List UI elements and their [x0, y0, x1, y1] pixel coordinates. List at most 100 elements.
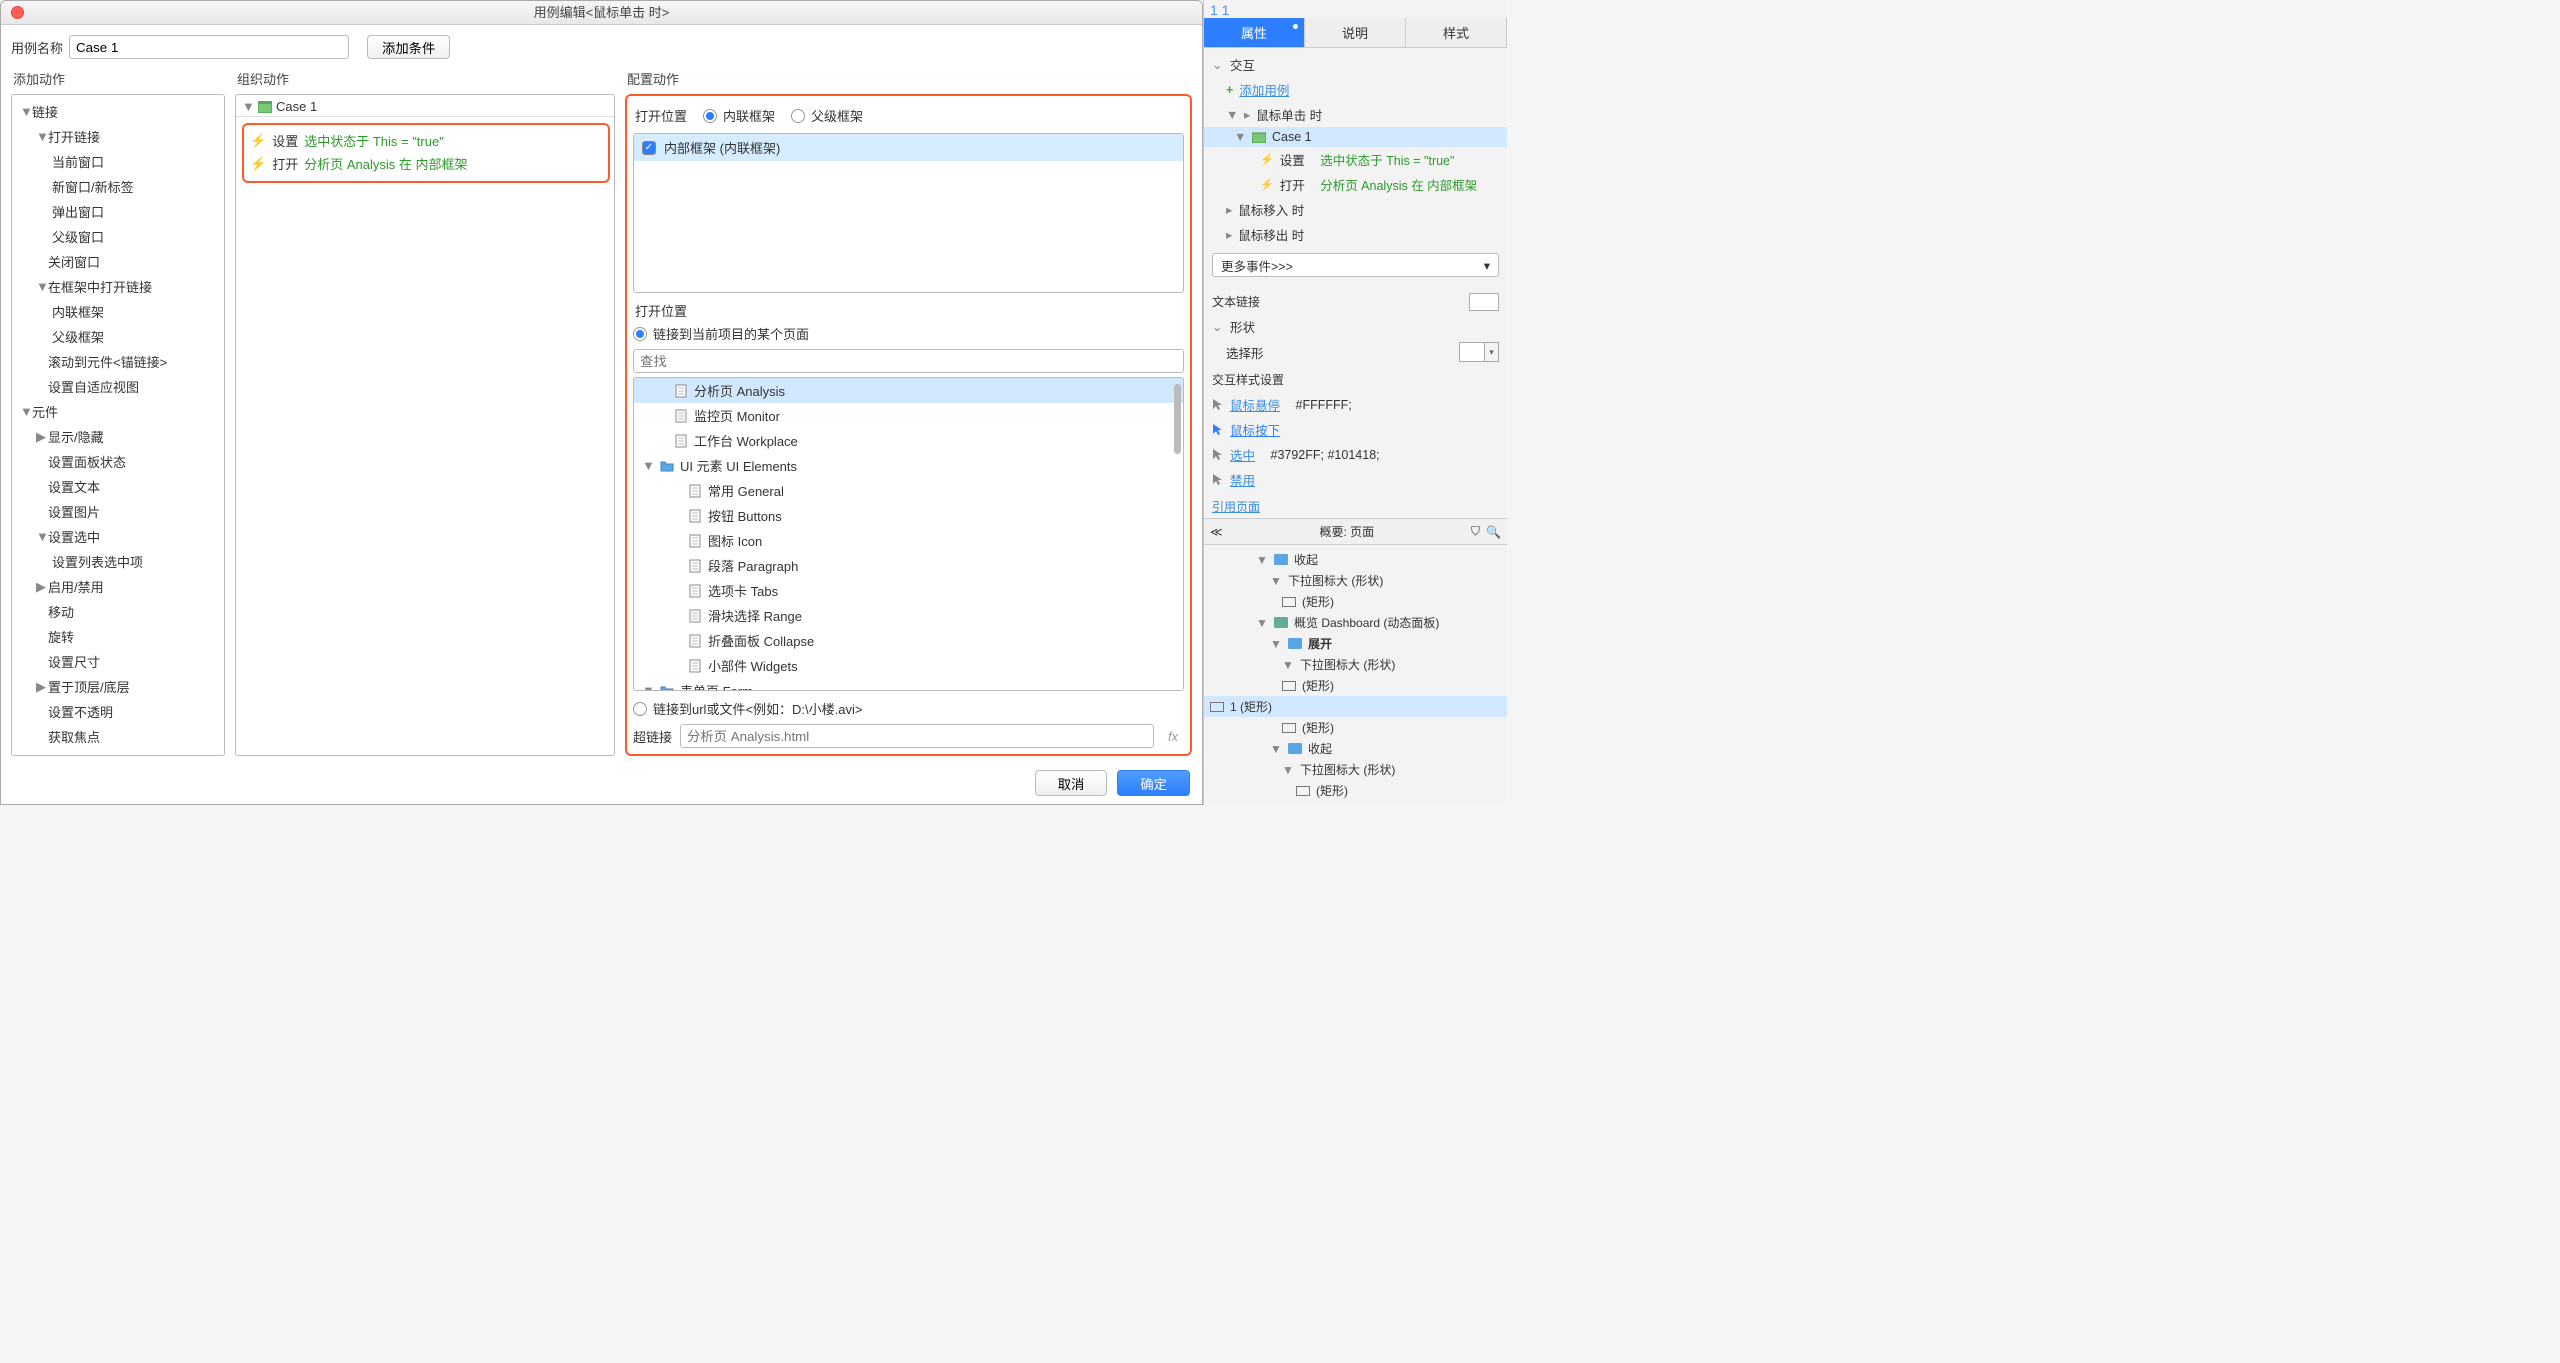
page-item[interactable]: 选项卡 Tabs: [634, 578, 1183, 603]
action-tree-item[interactable]: ▼在框架中打开链接: [12, 274, 224, 299]
page-item[interactable]: 图标 Icon: [634, 528, 1183, 553]
radio-inline-frame[interactable]: 内联框架: [703, 106, 775, 125]
outline-item[interactable]: (矩形): [1210, 717, 1501, 738]
frame-checkbox[interactable]: ✓: [642, 141, 656, 155]
cursor-icon: [1212, 398, 1224, 412]
page-item[interactable]: 小部件 Widgets: [634, 653, 1183, 678]
page-item[interactable]: 分析页 Analysis: [634, 378, 1183, 403]
page-folder-item[interactable]: ▼表单页 Form: [634, 678, 1183, 691]
page-item[interactable]: 折叠面板 Collapse: [634, 628, 1183, 653]
action-tree-item[interactable]: 设置面板状态: [12, 449, 224, 474]
page-icon: [688, 509, 702, 523]
action-tree-item[interactable]: 设置不透明: [12, 699, 224, 724]
frame-item[interactable]: ✓ 内部框架 (内联框架): [634, 134, 1183, 161]
action-tree-item[interactable]: 弹出窗口: [12, 199, 224, 224]
more-events-dropdown[interactable]: 更多事件>>>▾: [1212, 253, 1499, 277]
page-item[interactable]: 监控页 Monitor: [634, 403, 1183, 428]
case-name-label: 用例名称: [11, 38, 69, 57]
event-click[interactable]: 鼠标单击 时: [1256, 105, 1322, 124]
action-tree-item[interactable]: ▶启用/禁用: [12, 574, 224, 599]
close-button[interactable]: [11, 6, 24, 19]
action-tree-item[interactable]: 新窗口/新标签: [12, 174, 224, 199]
page-icon: [688, 609, 702, 623]
action-tree-item[interactable]: 设置文本: [12, 474, 224, 499]
tab-style[interactable]: 样式: [1406, 18, 1507, 47]
action-tree-item[interactable]: ▶置于顶层/底层: [12, 674, 224, 699]
page-item[interactable]: 工作台 Workplace: [634, 428, 1183, 453]
radio-link-to-url[interactable]: 链接到url或文件<例如：D:\小楼.avi>: [633, 699, 862, 724]
action-line[interactable]: ⚡ 打开 分析页 Analysis 在 内部框架: [250, 152, 602, 175]
ok-button[interactable]: 确定: [1117, 770, 1190, 796]
section-shape: 形状: [1230, 317, 1255, 336]
action-tree-item[interactable]: 滚动到元件<锚链接>: [12, 349, 224, 374]
folder-icon: [1288, 743, 1302, 754]
outline-item[interactable]: ▼收起: [1210, 549, 1501, 570]
folder-icon: [660, 459, 674, 473]
outline-item[interactable]: (矩形): [1210, 675, 1501, 696]
action-tree-item[interactable]: 内联框架: [12, 299, 224, 324]
radio-link-to-page[interactable]: 链接到当前项目的某个页面: [633, 324, 1184, 349]
page-item[interactable]: 常用 General: [634, 478, 1183, 503]
outline-header: ≪ 概要: 页面 ⛉ 🔍: [1204, 518, 1507, 545]
action-tree-item[interactable]: 父级窗口: [12, 224, 224, 249]
action-tree-item[interactable]: 关闭窗口: [12, 249, 224, 274]
hover-style-link[interactable]: 鼠标悬停: [1230, 395, 1280, 414]
outline-item[interactable]: ▼收起: [1210, 738, 1501, 759]
action-tree-item[interactable]: 设置列表选中项: [12, 549, 224, 574]
add-case-link[interactable]: 添加用例: [1239, 80, 1289, 99]
hyperlink-input[interactable]: [680, 724, 1154, 748]
window-title: 用例编辑<鼠标单击 时>: [1, 1, 1202, 25]
selected-style-link[interactable]: 选中: [1230, 445, 1255, 464]
filter-icon[interactable]: ⛉: [1471, 524, 1480, 539]
page-search-input[interactable]: [633, 349, 1184, 373]
outline-item[interactable]: ▼下拉图标大 (形状): [1210, 759, 1501, 780]
case-item[interactable]: Case 1: [1272, 130, 1312, 144]
plus-icon: +: [1226, 83, 1233, 97]
scrollbar[interactable]: [1174, 384, 1181, 454]
disabled-style-link[interactable]: 禁用: [1230, 470, 1255, 489]
outline-item[interactable]: ▼下拉图标大 (形状): [1210, 570, 1501, 591]
action-tree-item[interactable]: 设置尺寸: [12, 649, 224, 674]
action-tree-item[interactable]: 移动: [12, 599, 224, 624]
pressed-style-link[interactable]: 鼠标按下: [1230, 420, 1280, 439]
case-name-input[interactable]: [69, 35, 349, 59]
event-mousein[interactable]: 鼠标移入 时: [1238, 200, 1304, 219]
action-tree-item[interactable]: ▼元件: [12, 399, 224, 424]
action-tree-item[interactable]: ▶展开/折叠树节点: [12, 749, 224, 756]
action-tree-item[interactable]: 旋转: [12, 624, 224, 649]
cancel-button[interactable]: 取消: [1035, 770, 1108, 796]
outline-item[interactable]: 1 (矩形): [1204, 696, 1507, 717]
folder-icon: [660, 684, 674, 692]
action-tree-item[interactable]: ▼设置选中: [12, 524, 224, 549]
cursor-icon: [1212, 473, 1224, 487]
outline-item[interactable]: ▼展开: [1210, 633, 1501, 654]
action-tree-item[interactable]: 获取焦点: [12, 724, 224, 749]
action-tree-item[interactable]: 当前窗口: [12, 149, 224, 174]
add-condition-button[interactable]: 添加条件: [367, 35, 450, 59]
org-case-header[interactable]: ▼ Case 1: [236, 95, 614, 117]
page-folder-item[interactable]: ▼UI 元素 UI Elements: [634, 453, 1183, 478]
outline-item[interactable]: ▼概览 Dashboard (动态面板): [1210, 612, 1501, 633]
radio-parent-frame[interactable]: 父级框架: [791, 106, 863, 125]
page-item[interactable]: 滑块选择 Range: [634, 603, 1183, 628]
action-tree-item[interactable]: 父级框架: [12, 324, 224, 349]
page-item[interactable]: 按钮 Buttons: [634, 503, 1183, 528]
page-item[interactable]: 段落 Paragraph: [634, 553, 1183, 578]
tab-properties[interactable]: 属性: [1204, 18, 1305, 47]
fx-button[interactable]: fx: [1162, 729, 1184, 744]
shape-combo[interactable]: ▾: [1459, 342, 1499, 362]
action-tree-item[interactable]: 设置自适应视图: [12, 374, 224, 399]
outline-item[interactable]: (矩形): [1210, 591, 1501, 612]
outline-item[interactable]: (矩形): [1210, 780, 1501, 801]
action-line[interactable]: ⚡ 设置 选中状态于 This = "true": [250, 129, 602, 152]
action-tree-item[interactable]: ▶显示/隐藏: [12, 424, 224, 449]
action-tree-item[interactable]: ▼打开链接: [12, 124, 224, 149]
outline-item[interactable]: ▼下拉图标大 (形状): [1210, 654, 1501, 675]
event-mouseout[interactable]: 鼠标移出 时: [1238, 225, 1304, 244]
action-tree-item[interactable]: 设置图片: [12, 499, 224, 524]
cursor-icon: [1212, 423, 1224, 437]
ref-page-link[interactable]: 引用页面: [1212, 500, 1260, 514]
tab-notes[interactable]: 说明: [1305, 18, 1406, 47]
action-tree-item[interactable]: ▼链接: [12, 99, 224, 124]
search-icon[interactable]: 🔍: [1486, 525, 1501, 539]
